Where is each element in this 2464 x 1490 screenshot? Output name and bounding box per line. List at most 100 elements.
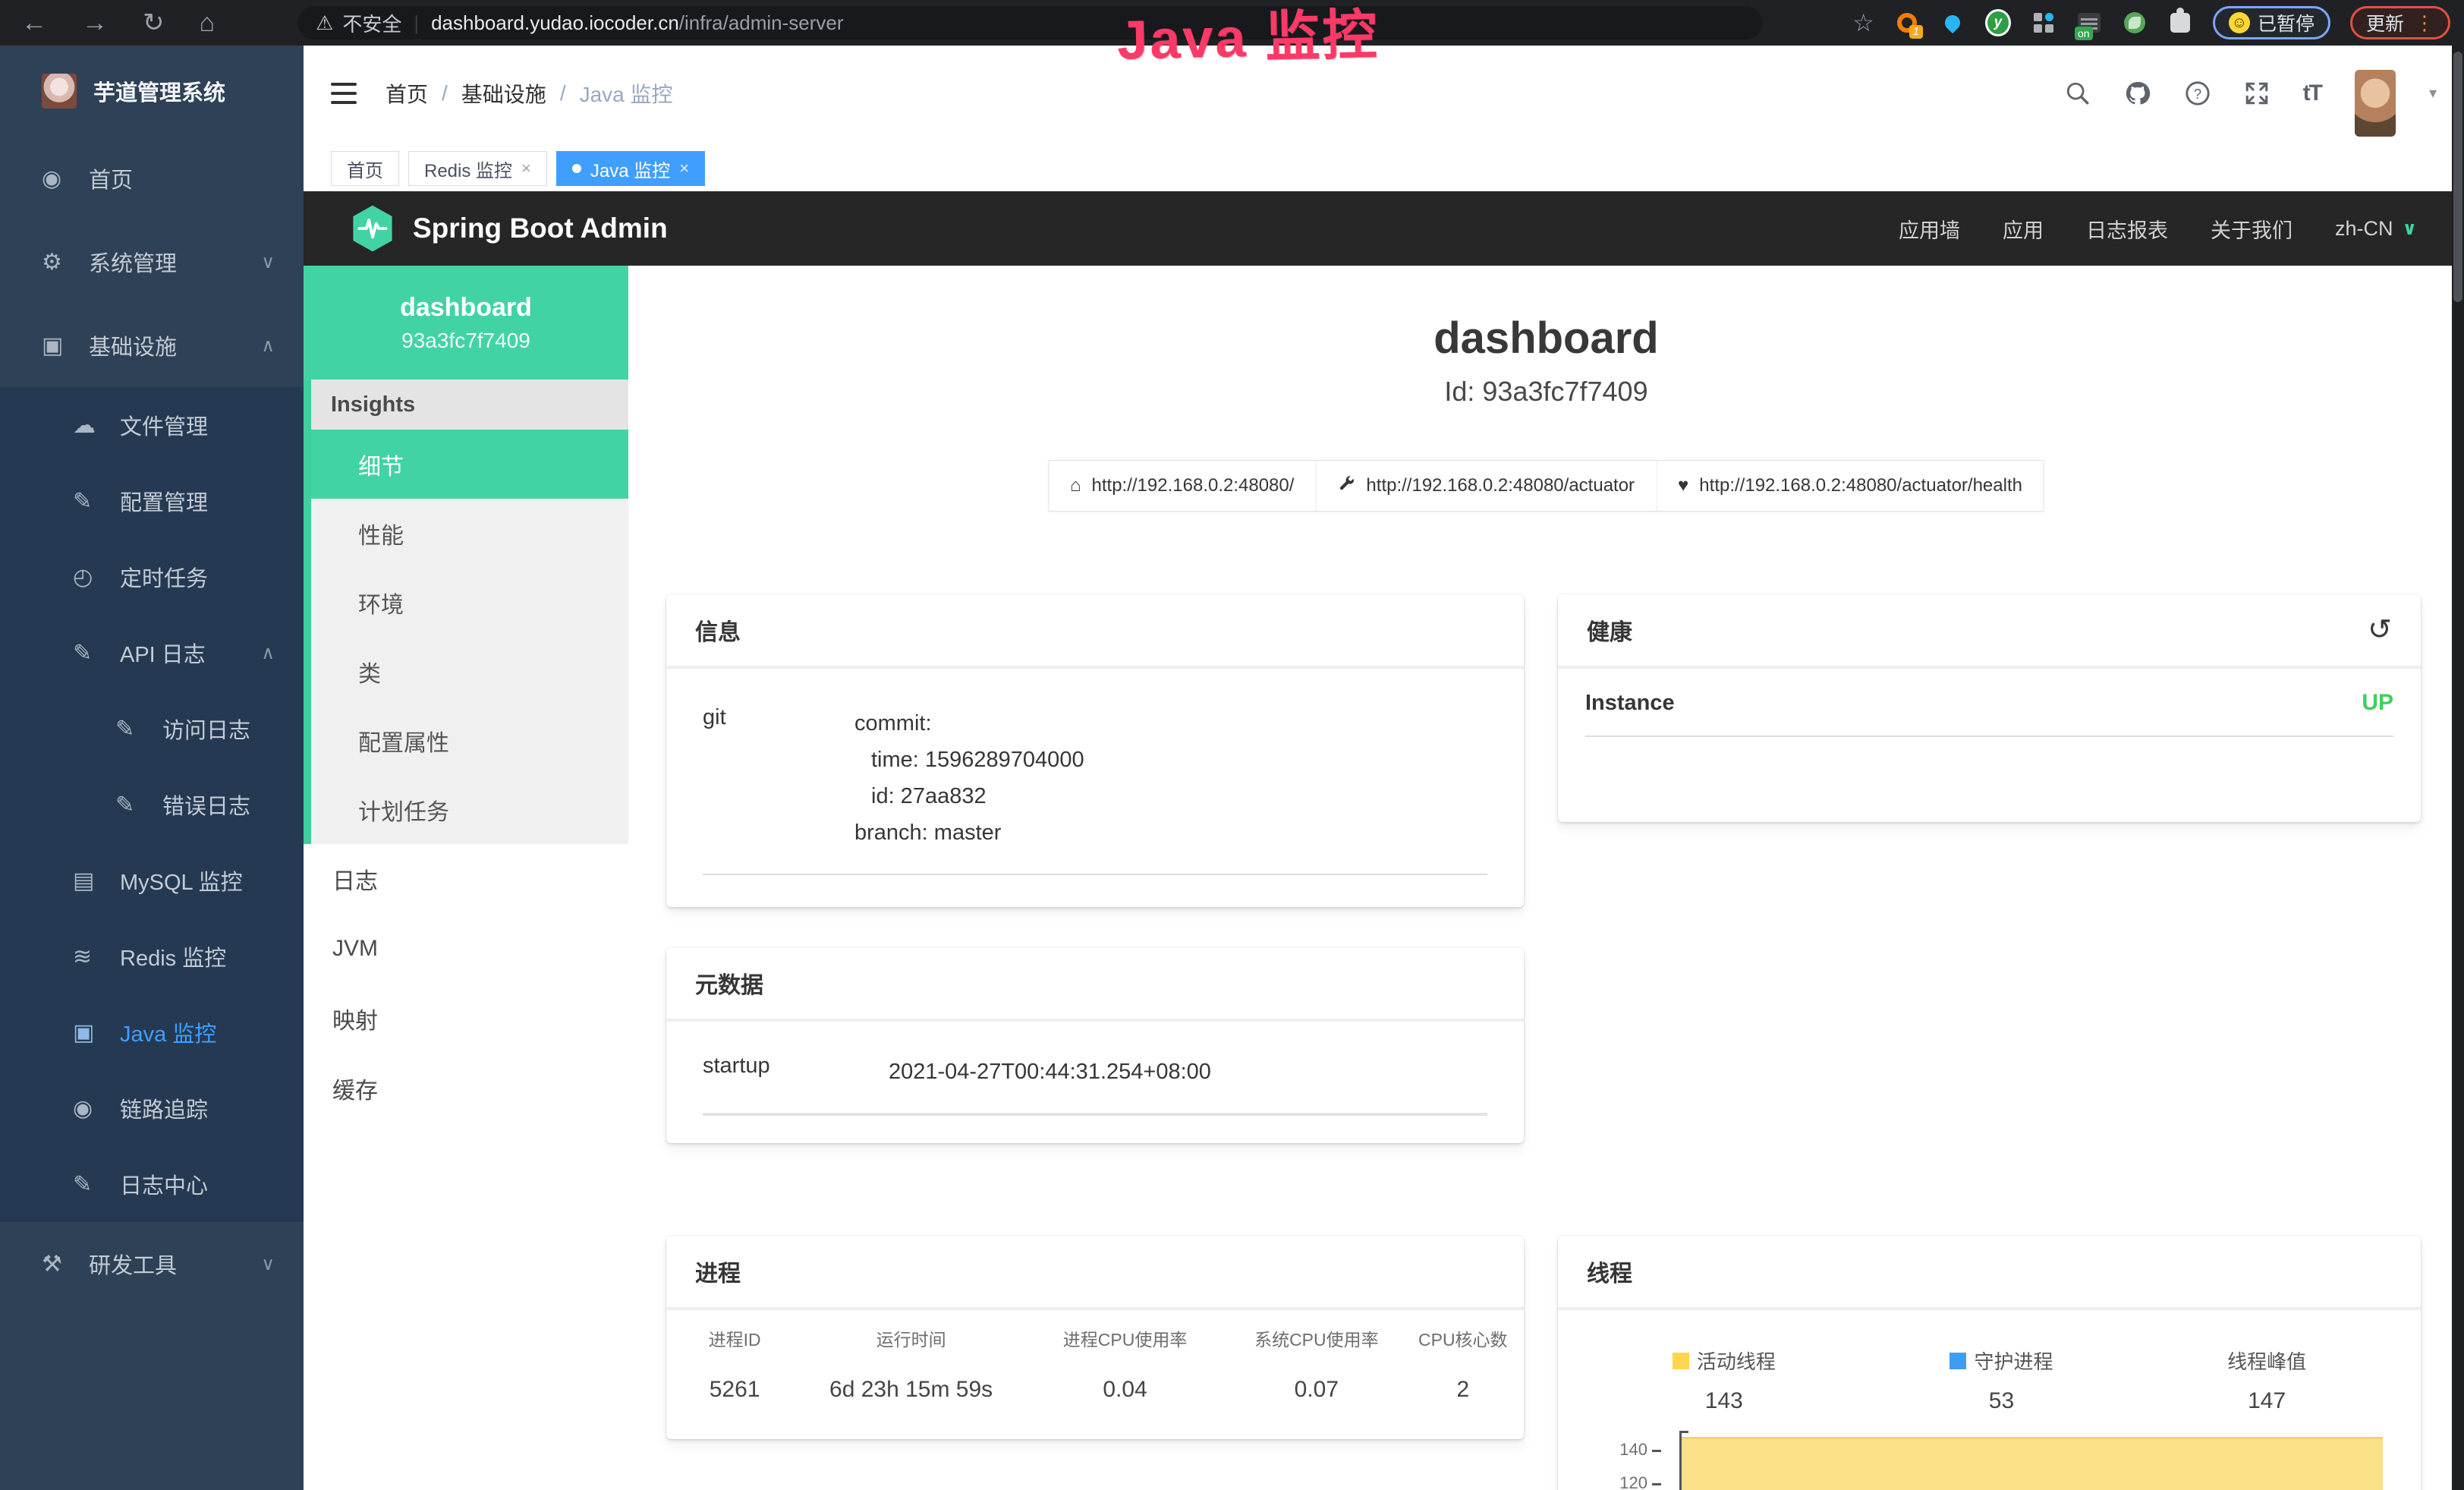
browser-home-button[interactable]: ⌂ bbox=[200, 10, 216, 36]
sba-item-jvm[interactable]: JVM bbox=[304, 914, 628, 984]
extension-grid-icon[interactable] bbox=[2031, 10, 2056, 36]
sba-item-config-props[interactable]: 配置属性 bbox=[311, 706, 628, 775]
service-url-link[interactable]: ⌂ http://192.168.0.2:48080/ bbox=[1049, 461, 1315, 511]
sba-item-mappings[interactable]: 映射 bbox=[304, 984, 628, 1054]
card-title: 进程 bbox=[695, 1255, 741, 1288]
breadcrumb-home[interactable]: 首页 bbox=[385, 78, 428, 109]
link-label: http://192.168.0.2:48080/actuator bbox=[1366, 475, 1635, 496]
git-commit-line: commit: bbox=[854, 705, 1084, 742]
url-domain[interactable]: dashboard.yudao.iocoder.cn bbox=[431, 11, 679, 35]
close-icon[interactable]: × bbox=[521, 159, 531, 178]
sba-nav-applications[interactable]: 应用 bbox=[2003, 214, 2044, 244]
system-cpu-value: 0.07 bbox=[1226, 1377, 1406, 1403]
sidebar-item-java-monitor[interactable]: ▣ Java 监控 bbox=[0, 994, 304, 1070]
sba-nav-about[interactable]: 关于我们 bbox=[2211, 214, 2292, 244]
process-table: 进程ID 5261 运行时间 6d 23h 15m 59s 进程CPU使用率 0… bbox=[666, 1310, 1524, 1410]
health-instance-label[interactable]: Instance bbox=[1585, 691, 1675, 716]
sidebar-item-api-logs[interactable]: ✎ API 日志 ∧ bbox=[0, 615, 304, 691]
screen: ← → ↻ ⌂ ⚠ 不安全 | dashboard.yudao.iocoder.… bbox=[0, 0, 2464, 1490]
eye-icon: ◉ bbox=[73, 1095, 120, 1122]
url-path[interactable]: /infra/admin-server bbox=[679, 11, 844, 35]
sidebar-item-file-manage[interactable]: ☁ 文件管理 bbox=[0, 387, 304, 463]
history-icon[interactable]: ↺ bbox=[2368, 616, 2392, 644]
extension-list-icon[interactable]: on bbox=[2076, 10, 2102, 36]
extension-orange-icon[interactable]: 1 bbox=[1894, 10, 1920, 36]
sba-item-details[interactable]: 细节 bbox=[311, 430, 628, 499]
health-url-link[interactable]: ♥ http://192.168.0.2:48080/actuator/heal… bbox=[1656, 461, 2044, 511]
process-cpu-value: 0.04 bbox=[1024, 1377, 1226, 1403]
live-threads-area bbox=[1682, 1437, 2383, 1490]
tab-java-monitor[interactable]: Java 监控 × bbox=[556, 151, 705, 186]
threads-card: 线程 活动线程 143 bbox=[1558, 1236, 2421, 1490]
monitor-icon: ▣ bbox=[73, 1019, 120, 1046]
extension-y-icon[interactable]: y bbox=[1985, 10, 2011, 36]
actuator-url-link[interactable]: http://192.168.0.2:48080/actuator bbox=[1315, 461, 1656, 511]
sba-instance-header[interactable]: dashboard 93a3fc7f7409 bbox=[304, 266, 628, 380]
sidebar-item-redis-monitor[interactable]: ≋ Redis 监控 bbox=[0, 918, 304, 994]
app-title: 芋道管理系统 bbox=[93, 75, 225, 107]
browser-back-button[interactable]: ← bbox=[21, 10, 47, 36]
sidebar-item-system[interactable]: ⚙ 系统管理 ∨ bbox=[0, 220, 304, 304]
sidebar-item-infra[interactable]: ▣ 基础设施 ∧ bbox=[0, 304, 304, 387]
extension-pin-icon[interactable] bbox=[1940, 10, 1965, 36]
sba-item-logs[interactable]: 日志 bbox=[304, 844, 628, 914]
user-avatar[interactable] bbox=[2355, 70, 2396, 137]
sidebar-logo[interactable]: 芋道管理系统 bbox=[0, 46, 304, 137]
hamburger-icon[interactable] bbox=[331, 83, 357, 104]
sba-language-select[interactable]: zh-CN ∨ bbox=[2335, 217, 2417, 241]
sidebar-item-dev-tools[interactable]: ⚒ 研发工具 ∨ bbox=[0, 1222, 304, 1306]
fullscreen-icon[interactable] bbox=[2244, 80, 2270, 106]
sba-item-environment[interactable]: 环境 bbox=[311, 568, 628, 637]
legend-peak-value: 147 bbox=[2248, 1388, 2286, 1414]
sidebar-item-config-manage[interactable]: ✎ 配置管理 bbox=[0, 463, 304, 539]
browser-forward-button[interactable]: → bbox=[82, 10, 108, 36]
sidebar-item-log-center[interactable]: ✎ 日志中心 bbox=[0, 1146, 304, 1222]
tab-redis-monitor[interactable]: Redis 监控 × bbox=[408, 151, 547, 186]
breadcrumb-infra[interactable]: 基础设施 bbox=[461, 78, 546, 109]
extensions-puzzle-icon[interactable] bbox=[2167, 10, 2193, 36]
legend-peak-label: 线程峰值 bbox=[2227, 1347, 2306, 1375]
grid-icon bbox=[2034, 13, 2053, 33]
github-icon[interactable] bbox=[2124, 80, 2151, 107]
paused-profile-chip[interactable]: ☺ 已暂停 bbox=[2213, 6, 2330, 39]
extension-leaf-icon[interactable] bbox=[2122, 10, 2148, 36]
sidebar-item-trace[interactable]: ◉ 链路追踪 bbox=[0, 1070, 304, 1146]
sidebar-item-error-log[interactable]: ✎ 错误日志 bbox=[0, 767, 304, 843]
font-size-icon[interactable]: tT bbox=[2303, 80, 2321, 106]
metadata-card-header: 元数据 bbox=[666, 947, 1524, 1022]
close-icon[interactable]: × bbox=[679, 159, 689, 178]
search-icon[interactable] bbox=[2065, 80, 2091, 106]
sba-nav-wallboard[interactable]: 应用墙 bbox=[1899, 214, 1960, 244]
bookmark-star-icon[interactable]: ☆ bbox=[1852, 8, 1874, 37]
sidebar-item-access-log[interactable]: ✎ 访问日志 bbox=[0, 691, 304, 767]
sba-brand[interactable]: Spring Boot Admin bbox=[351, 204, 668, 253]
sidebar-item-home[interactable]: ◉ 首页 bbox=[0, 137, 304, 220]
help-icon[interactable]: ? bbox=[2185, 80, 2211, 106]
browser-menu-icon[interactable]: ⋮ bbox=[2415, 11, 2434, 35]
sba-item-classes[interactable]: 类 bbox=[311, 637, 628, 706]
scrollbar-thumb[interactable] bbox=[2453, 52, 2462, 302]
sba-nav-journal[interactable]: 日志报表 bbox=[2086, 214, 2168, 244]
breadcrumb-current: Java 监控 bbox=[580, 78, 673, 109]
sidebar: 芋道管理系统 ◉ 首页 ⚙ 系统管理 ∨ ▣ 基础设施 ∧ ☁ 文件管理 bbox=[0, 46, 304, 1490]
page-scrollbar[interactable] bbox=[2452, 46, 2464, 1490]
sba-item-scheduled[interactable]: 计划任务 bbox=[311, 775, 628, 844]
browser-reload-button[interactable]: ↻ bbox=[143, 10, 165, 36]
update-button[interactable]: 更新 ⋮ bbox=[2350, 6, 2450, 39]
status-badge: UP bbox=[2362, 690, 2393, 716]
sidebar-item-mysql-monitor[interactable]: ▤ MySQL 监控 bbox=[0, 843, 304, 918]
legend-daemon-label: 守护进程 bbox=[1974, 1347, 2053, 1375]
tab-home[interactable]: 首页 bbox=[331, 151, 399, 186]
sba-item-metrics[interactable]: 性能 bbox=[311, 499, 628, 568]
sidebar-item-scheduled-tasks[interactable]: ◴ 定时任务 bbox=[0, 539, 304, 615]
process-col-header: CPU核心数 bbox=[1407, 1325, 1519, 1351]
sba-item-caches[interactable]: 缓存 bbox=[304, 1054, 628, 1123]
address-bar[interactable]: ⚠ 不安全 | dashboard.yudao.iocoder.cn /infr… bbox=[297, 6, 1762, 39]
security-warning-icon: ⚠ bbox=[316, 11, 333, 35]
avatar-caret-down-icon[interactable]: ▾ bbox=[2429, 83, 2437, 102]
sba-instance-id: 93a3fc7f7409 bbox=[401, 329, 530, 353]
wrench-icon bbox=[1337, 474, 1355, 498]
legend-live-label: 活动线程 bbox=[1697, 1347, 1776, 1375]
meta-startup-value: 2021-04-27T00:44:31.254+08:00 bbox=[889, 1054, 1211, 1090]
security-label[interactable]: 不安全 bbox=[342, 9, 401, 37]
